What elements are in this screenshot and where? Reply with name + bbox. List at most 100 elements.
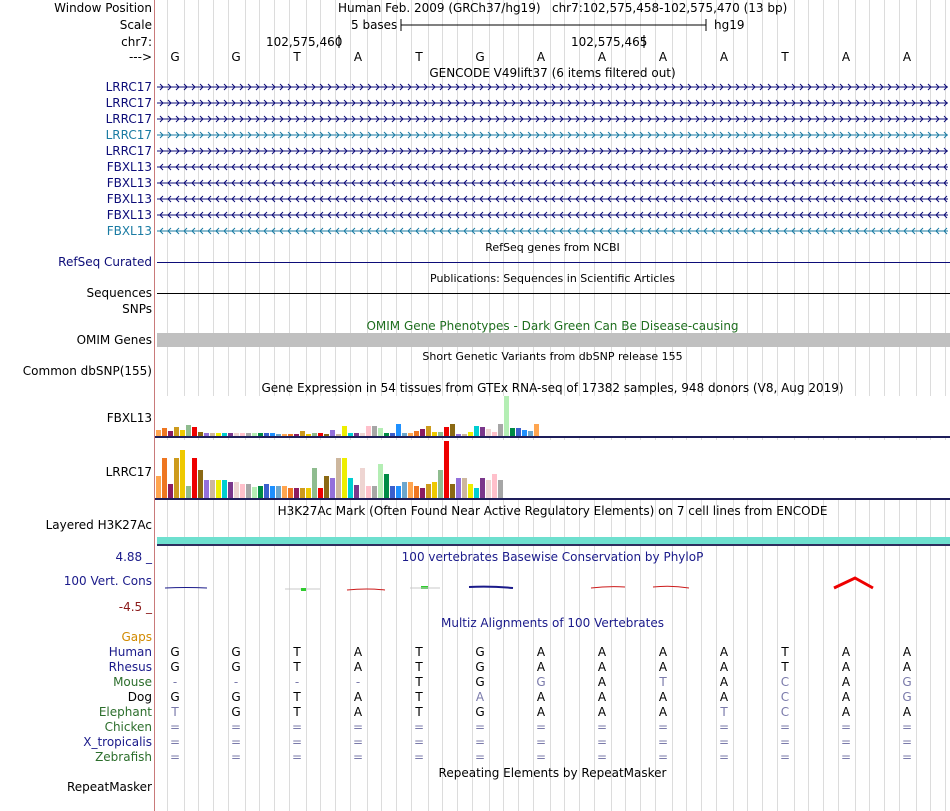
gencode-item-label[interactable]: LRRC17 [106, 96, 152, 110]
alignment-base: A [841, 675, 851, 689]
alignment-base: = [840, 750, 852, 764]
species-label[interactable]: Zebrafish [95, 750, 152, 764]
species-label[interactable]: Chicken [105, 720, 152, 734]
gencode-item-label[interactable]: FBXL13 [107, 224, 152, 238]
gencode-item-label[interactable]: LRRC17 [106, 128, 152, 142]
alignment-base: G [170, 690, 180, 704]
alignment-base: = [840, 735, 852, 749]
refseq-curated-label[interactable]: RefSeq Curated [58, 255, 152, 269]
alignment-base: A [719, 645, 729, 659]
gencode-item-label[interactable]: LRRC17 [106, 112, 152, 126]
alignment-base: = [779, 735, 791, 749]
alignment-base: = [474, 720, 486, 734]
alignment-base: = [169, 735, 181, 749]
alignment-base: T [415, 705, 423, 719]
cons-track-label[interactable]: 100 Vert. Cons [64, 574, 152, 588]
alignment-base: A [841, 690, 851, 704]
alignment-base: A [658, 645, 668, 659]
alignment-base: G [231, 660, 241, 674]
gencode-item-label[interactable]: FBXL13 [107, 160, 152, 174]
cons-peak [833, 576, 874, 590]
cons-feature-3 [301, 588, 306, 591]
alignment-base: A [719, 675, 729, 689]
alignment-base: = [596, 735, 608, 749]
alignment-base: G [170, 645, 180, 659]
gtex-fbxl13-label[interactable]: FBXL13 [107, 411, 152, 425]
alignment-base: A [597, 660, 607, 674]
scale-label: Scale [119, 18, 152, 32]
repeatmasker-label[interactable]: RepeatMasker [67, 780, 152, 794]
dbsnp-label[interactable]: Common dbSNP(155) [23, 364, 152, 378]
alignment-base: = [718, 735, 730, 749]
alignment-base: G [231, 705, 241, 719]
alignment-base: G [170, 660, 180, 674]
alignment-base: T [781, 645, 789, 659]
alignment-base: A [658, 690, 668, 704]
alignment-base: G [902, 690, 912, 704]
alignment-base: = [413, 720, 425, 734]
alignment-base: = [901, 750, 913, 764]
alignment-base: C [780, 675, 790, 689]
alignment-base: T [415, 690, 423, 704]
alignment-base: A [902, 705, 912, 719]
alignment-base: = [779, 750, 791, 764]
alignment-base: = [352, 735, 364, 749]
alignment-base: A [353, 690, 363, 704]
alignment-base: = [657, 720, 669, 734]
gencode-item-label[interactable]: FBXL13 [107, 192, 152, 206]
alignment-base: A [841, 705, 851, 719]
alignment-base: G [475, 660, 485, 674]
alignment-base: A [536, 660, 546, 674]
alignment-base: A [719, 660, 729, 674]
alignment-base: = [291, 750, 303, 764]
alignment-base: G [231, 690, 241, 704]
alignment-base: A [902, 645, 912, 659]
species-label[interactable]: Human [109, 645, 152, 659]
alignment-base: A [536, 705, 546, 719]
alignment-base: = [779, 720, 791, 734]
alignment-base: = [352, 720, 364, 734]
species-label[interactable]: Elephant [99, 705, 152, 719]
alignment-base: A [597, 705, 607, 719]
alignment-base: T [781, 660, 789, 674]
cons-feature-4 [346, 588, 386, 591]
alignment-base: G [536, 675, 546, 689]
alignment-base: T [293, 705, 301, 719]
alignment-base: C [780, 705, 790, 719]
species-label[interactable]: Dog [128, 690, 152, 704]
cons-feature-8 [590, 586, 626, 589]
alignment-base: A [719, 690, 729, 704]
omim-genes-label[interactable]: OMIM Genes [77, 333, 152, 347]
gencode-item-label[interactable]: LRRC17 [106, 80, 152, 94]
gencode-item-label[interactable]: FBXL13 [107, 176, 152, 190]
species-label[interactable]: Mouse [113, 675, 152, 689]
sequences-label[interactable]: Sequences [87, 286, 152, 300]
alignment-base: T [171, 705, 179, 719]
alignment-base: A [841, 645, 851, 659]
gencode-item-label[interactable]: FBXL13 [107, 208, 152, 222]
cons-feature-7 [468, 585, 514, 589]
alignment-base: - [233, 675, 239, 689]
alignment-base: = [291, 720, 303, 734]
gaps-label[interactable]: Gaps [121, 630, 152, 644]
gencode-item-label[interactable]: LRRC17 [106, 144, 152, 158]
alignment-base: T [415, 645, 423, 659]
h3k27ac-label[interactable]: Layered H3K27Ac [46, 518, 152, 532]
alignment-base: C [780, 690, 790, 704]
alignment-base: = [901, 735, 913, 749]
browser-image[interactable]: Human Feb. 2009 (GRCh37/hg19) chr7:102,5… [155, 0, 950, 811]
alignment-base: = [657, 735, 669, 749]
snps-label[interactable]: SNPs [122, 302, 152, 316]
alignment-base: T [659, 675, 667, 689]
cons-feature-1 [164, 587, 208, 589]
species-label[interactable]: X_tropicalis [83, 735, 152, 749]
alignment-base: = [230, 720, 242, 734]
alignment-base: G [475, 645, 485, 659]
gtex-lrrc17-label[interactable]: LRRC17 [106, 465, 152, 479]
alignment-base: = [718, 750, 730, 764]
alignment-base: = [474, 735, 486, 749]
alignment-base: = [535, 750, 547, 764]
cons-track[interactable] [155, 0, 950, 811]
species-label[interactable]: Rhesus [109, 660, 152, 674]
alignment-base: = [718, 720, 730, 734]
